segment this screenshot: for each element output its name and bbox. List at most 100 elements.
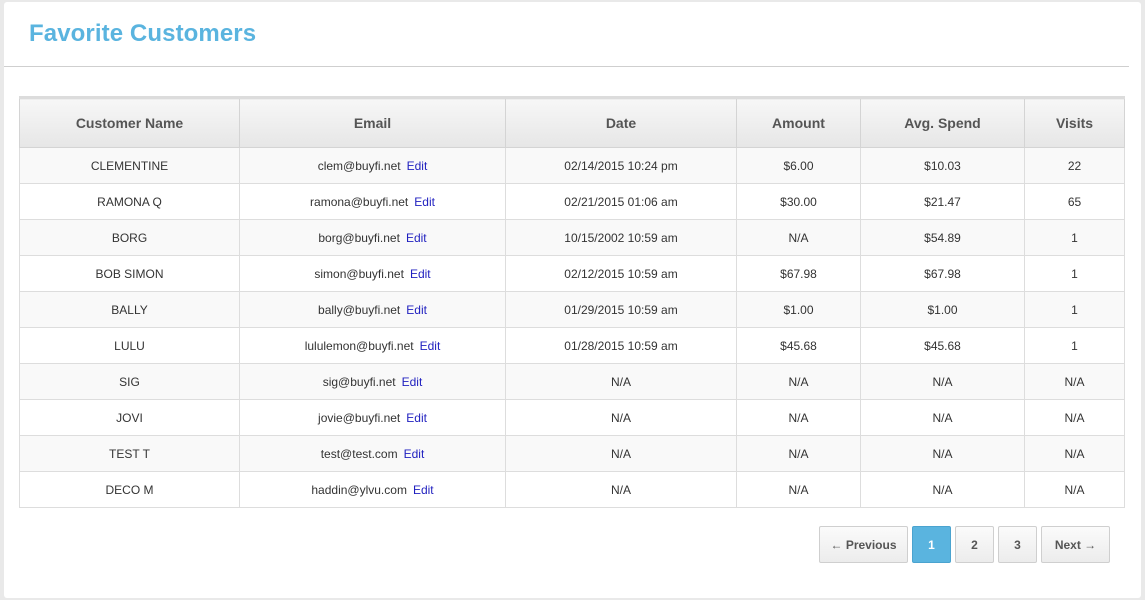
edit-email-link[interactable]: Edit	[404, 447, 425, 461]
cell-visits-text: 65	[1067, 194, 1082, 209]
edit-email-link[interactable]: Edit	[406, 231, 427, 245]
cell-avg-spend: N/A	[860, 471, 1025, 508]
column-header-visits[interactable]: Visits	[1024, 96, 1125, 148]
page-3-button[interactable]: 3	[998, 526, 1037, 563]
column-header-email[interactable]: Email	[239, 96, 506, 148]
cell-customer-name: CLEMENTINE	[19, 147, 240, 184]
cell-customer-name: BORG	[19, 219, 240, 256]
column-header-amount[interactable]: Amount	[736, 96, 861, 148]
pagination: ← Previous 1 2 3 Next →	[819, 526, 1110, 563]
cell-visits-text: 1	[1071, 266, 1078, 281]
cell-avg-spend-text: N/A	[932, 410, 953, 425]
table-row: CLEMENTINE clem@buyfi.net Edit 02/14/2015 1…	[19, 147, 1125, 184]
cell-amount: $1.00	[736, 291, 861, 328]
cell-date: 10/15/2002 10:59 am	[505, 219, 737, 256]
edit-email-link[interactable]: Edit	[420, 339, 441, 353]
cell-visits: N/A	[1024, 471, 1125, 508]
table-row: BORG borg@buyfi.net Edit 10/15/2002 10:59 a…	[19, 219, 1125, 256]
customers-table: Customer Name Email Date Amount Avg. Spe…	[19, 96, 1125, 508]
cell-visits-text: 1	[1071, 302, 1078, 317]
column-header-avg-spend[interactable]: Avg. Spend	[860, 96, 1025, 148]
cell-email: haddin@ylvu.com Edit	[239, 471, 506, 508]
cell-email-text: test@test.com	[320, 446, 398, 461]
cell-date-text: N/A	[610, 446, 631, 461]
cell-visits-text: N/A	[1064, 482, 1085, 497]
cell-visits: 65	[1024, 183, 1125, 220]
table-row: BALLY bally@buyfi.net Edit 01/29/2015 10:59…	[19, 291, 1125, 328]
column-header-customer-name[interactable]: Customer Name	[19, 96, 240, 148]
cell-amount: $6.00	[736, 147, 861, 184]
edit-email-link[interactable]: Edit	[406, 303, 427, 317]
next-page-button[interactable]: Next →	[1041, 526, 1110, 563]
cell-date-text: 10/15/2002 10:59 am	[564, 230, 678, 245]
cell-customer-name-text: CLEMENTINE	[90, 158, 169, 173]
page-1-button[interactable]: 1	[912, 526, 951, 563]
cell-avg-spend: N/A	[860, 363, 1025, 400]
cell-email: jovie@buyfi.net Edit	[239, 399, 506, 436]
edit-email-link[interactable]: Edit	[413, 483, 434, 497]
cell-amount: N/A	[736, 435, 861, 472]
cell-avg-spend-text: $45.68	[924, 338, 961, 353]
cell-amount-text: N/A	[788, 410, 809, 425]
cell-customer-name: DECO M	[19, 471, 240, 508]
cell-email: ramona@buyfi.net Edit	[239, 183, 506, 220]
cell-email-text: lululemon@buyfi.net	[304, 338, 414, 353]
cell-visits: N/A	[1024, 435, 1125, 472]
cell-visits: N/A	[1024, 363, 1125, 400]
column-header-date[interactable]: Date	[505, 96, 737, 148]
cell-date-text: 01/28/2015 10:59 am	[564, 338, 678, 353]
cell-customer-name-text: BALLY	[111, 302, 148, 317]
cell-email-text: borg@buyfi.net	[318, 230, 400, 245]
table-header-row: Customer Name Email Date Amount Avg. Spe…	[19, 96, 1125, 148]
cell-email-text: bally@buyfi.net	[318, 302, 401, 317]
cell-amount-text: $45.68	[780, 338, 817, 353]
cell-avg-spend: $54.89	[860, 219, 1025, 256]
table-row: RAMONA Q ramona@buyfi.net Edit 02/21/2015 0…	[19, 183, 1125, 220]
cell-amount: $67.98	[736, 255, 861, 292]
cell-visits: 1	[1024, 255, 1125, 292]
cell-date: 01/28/2015 10:59 am	[505, 327, 737, 364]
cell-customer-name-text: BORG	[111, 230, 148, 245]
cell-amount: $45.68	[736, 327, 861, 364]
cell-customer-name: TEST T	[19, 435, 240, 472]
cell-amount-text: $6.00	[783, 158, 814, 173]
cell-customer-name: BALLY	[19, 291, 240, 328]
edit-email-link[interactable]: Edit	[407, 159, 428, 173]
edit-email-link[interactable]: Edit	[414, 195, 435, 209]
cell-email-text: haddin@ylvu.com	[311, 482, 407, 497]
cell-amount: N/A	[736, 471, 861, 508]
cell-email: simon@buyfi.net Edit	[239, 255, 506, 292]
cell-date-text: 01/29/2015 10:59 am	[564, 302, 678, 317]
cell-amount-text: N/A	[788, 482, 809, 497]
cell-avg-spend: $45.68	[860, 327, 1025, 364]
cell-amount-text: $67.98	[780, 266, 817, 281]
table-row: JOVI jovie@buyfi.net Edit N/A N/A N/A N/A	[19, 399, 1125, 436]
cell-date: 02/12/2015 10:59 am	[505, 255, 737, 292]
edit-email-link[interactable]: Edit	[406, 411, 427, 425]
edit-email-link[interactable]: Edit	[402, 375, 423, 389]
cell-visits: 22	[1024, 147, 1125, 184]
cell-customer-name-text: JOVI	[116, 410, 143, 425]
cell-avg-spend: $1.00	[860, 291, 1025, 328]
page-title: Favorite Customers	[29, 20, 257, 47]
cell-date-text: N/A	[610, 482, 631, 497]
cell-amount-text: N/A	[788, 374, 809, 389]
page-2-button[interactable]: 2	[955, 526, 994, 563]
cell-avg-spend: N/A	[860, 399, 1025, 436]
cell-email-text: simon@buyfi.net	[314, 266, 404, 281]
cell-customer-name-text: SIG	[119, 374, 140, 389]
cell-date-text: N/A	[610, 374, 631, 389]
table-row: TEST T test@test.com Edit N/A N/A N/A N/A	[19, 435, 1125, 472]
edit-email-link[interactable]: Edit	[410, 267, 431, 281]
cell-visits: 1	[1024, 291, 1125, 328]
cell-email: sig@buyfi.net Edit	[239, 363, 506, 400]
cell-customer-name: JOVI	[19, 399, 240, 436]
cell-visits-text: 1	[1071, 230, 1078, 245]
panel-header: Favorite Customers	[4, 2, 1129, 67]
cell-amount: $30.00	[736, 183, 861, 220]
previous-page-button[interactable]: ← Previous	[819, 526, 908, 563]
table-row: DECO M haddin@ylvu.com Edit N/A N/A N/A N/A	[19, 471, 1125, 508]
table-row: SIG sig@buyfi.net Edit N/A N/A N/A N/A	[19, 363, 1125, 400]
cell-customer-name-text: BOB SIMON	[95, 266, 164, 281]
cell-visits: N/A	[1024, 399, 1125, 436]
